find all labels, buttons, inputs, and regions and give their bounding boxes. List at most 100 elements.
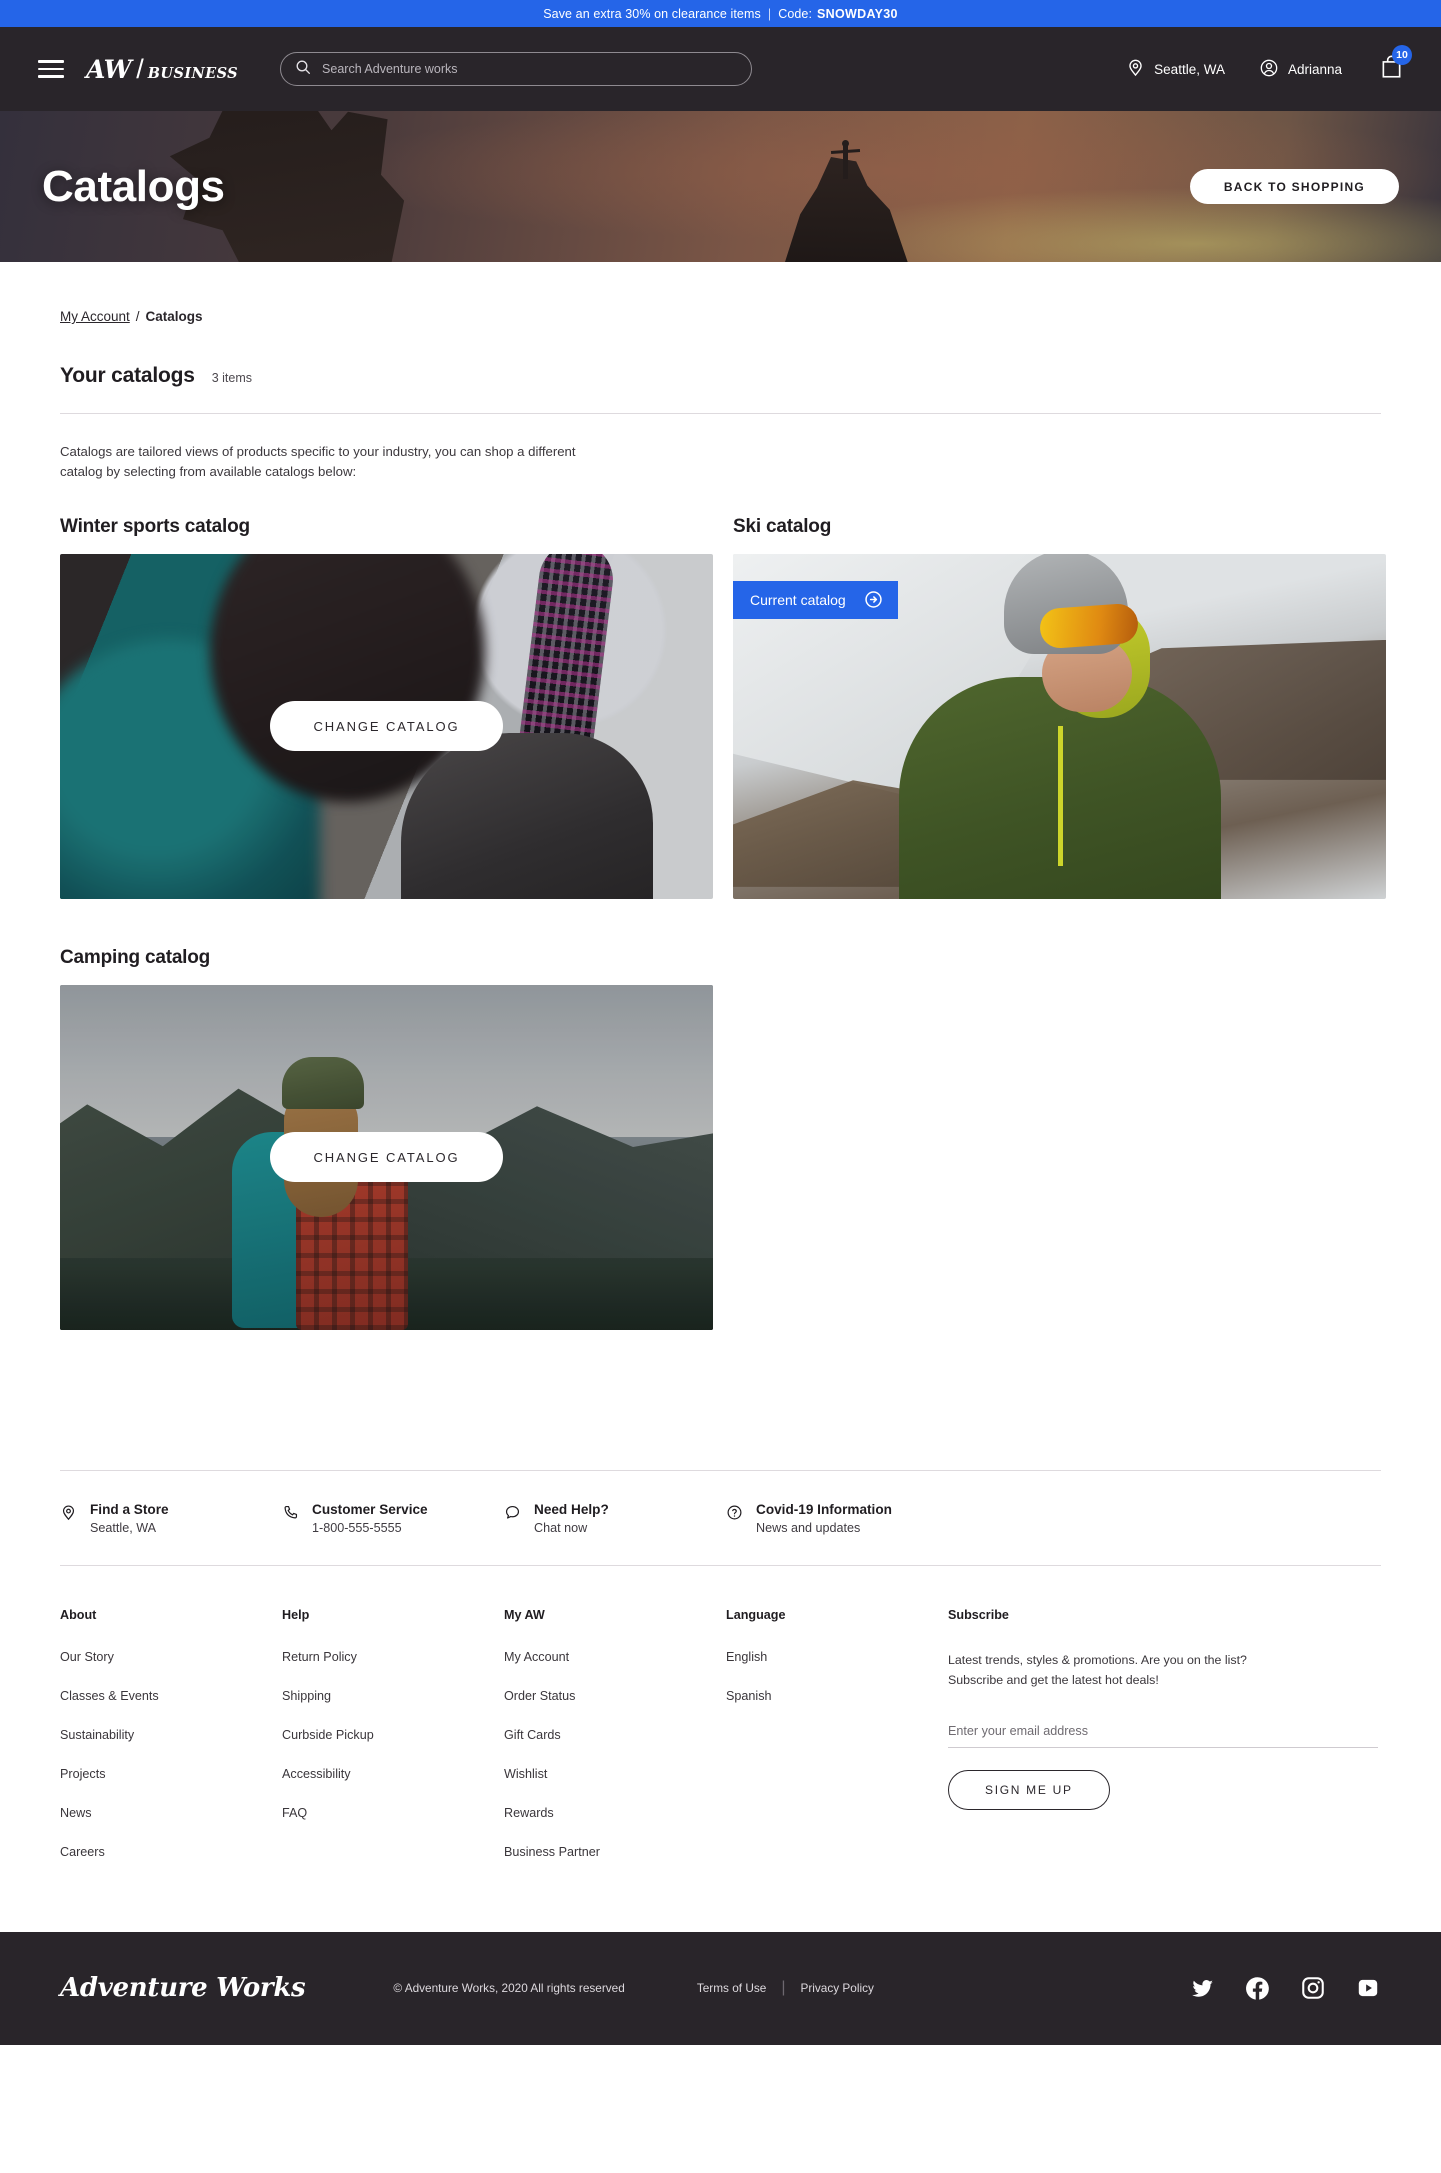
- catalog-image-ski[interactable]: Current catalog: [733, 553, 1386, 899]
- search-bar[interactable]: [280, 52, 753, 86]
- breadcrumb-my-account[interactable]: My Account: [60, 309, 130, 324]
- legal-links: Terms of Use | Privacy Policy: [697, 1979, 874, 1997]
- back-to-shopping-button[interactable]: BACK TO SHOPPING: [1189, 169, 1399, 204]
- footer-column-heading: Language: [726, 1607, 786, 1622]
- photo-shape: [1038, 602, 1139, 650]
- catalog-image-camping[interactable]: CHANGE CATALOG: [60, 984, 713, 1330]
- photo-shape: [1057, 725, 1063, 866]
- subscribe-heading: Subscribe: [948, 1607, 1009, 1622]
- footer-link-business-partner[interactable]: Business Partner: [504, 1845, 726, 1859]
- item-count: 3 items: [211, 371, 253, 385]
- footer-link-gift-cards[interactable]: Gift Cards: [504, 1728, 726, 1742]
- service-row: Find a Store Seattle, WA Customer Servic…: [60, 1471, 1381, 1565]
- change-catalog-button-winter-sports[interactable]: CHANGE CATALOG: [270, 701, 503, 752]
- account-menu[interactable]: Adrianna: [1259, 58, 1342, 81]
- footer-bottom-bar: Adventure Works © Adventure Works, 2020 …: [0, 1931, 1441, 2045]
- footer-column-help: Help Return Policy Shipping Curbside Pic…: [282, 1608, 504, 1884]
- footer-services-section: Find a Store Seattle, WA Customer Servic…: [60, 1469, 1381, 1566]
- sign-me-up-button[interactable]: SIGN ME UP: [948, 1770, 1110, 1811]
- footer-logo[interactable]: Adventure Works: [60, 1973, 306, 2003]
- promo-code-label: Code:: [778, 6, 813, 21]
- twitter-icon[interactable]: [1190, 1976, 1215, 2001]
- footer-link-my-account[interactable]: My Account: [504, 1650, 726, 1664]
- service-covid-information[interactable]: Covid-19 Information News and updates: [726, 1502, 892, 1535]
- facebook-icon[interactable]: [1244, 1975, 1271, 2002]
- search-input[interactable]: [322, 62, 738, 76]
- terms-of-use-link[interactable]: Terms of Use: [697, 1981, 767, 1995]
- logo[interactable]: AW / BUSINESS: [86, 54, 238, 85]
- breadcrumb-separator: /: [135, 309, 140, 324]
- arrow-right-circle-icon: [864, 590, 883, 609]
- current-catalog-badge[interactable]: Current catalog: [733, 580, 898, 619]
- hero-banner: Catalogs BACK TO SHOPPING: [0, 111, 1441, 262]
- footer-link-sustainability[interactable]: Sustainability: [60, 1728, 282, 1742]
- service-subtitle: Seattle, WA: [90, 1520, 157, 1535]
- cart-button[interactable]: 10: [1380, 45, 1412, 84]
- footer-link-our-story[interactable]: Our Story: [60, 1650, 282, 1664]
- service-find-a-store[interactable]: Find a Store Seattle, WA: [60, 1502, 282, 1535]
- catalog-image-winter-sports[interactable]: CHANGE CATALOG: [60, 553, 713, 899]
- service-need-help[interactable]: Need Help? Chat now: [504, 1502, 726, 1535]
- search-icon: [295, 59, 311, 80]
- user-circle-icon: [1259, 58, 1279, 81]
- footer-column-my-aw: My AW My Account Order Status Gift Cards…: [504, 1608, 726, 1884]
- change-catalog-button-camping[interactable]: CHANGE CATALOG: [270, 1132, 503, 1183]
- breadcrumb-current: Catalogs: [145, 309, 203, 324]
- map-pin-icon: [60, 1504, 77, 1526]
- footer-link-return-policy[interactable]: Return Policy: [282, 1650, 504, 1664]
- current-catalog-label: Current catalog: [750, 591, 846, 608]
- footer-link-shipping[interactable]: Shipping: [282, 1689, 504, 1703]
- footer-link-faq[interactable]: FAQ: [282, 1806, 504, 1820]
- instagram-icon[interactable]: [1300, 1975, 1326, 2001]
- service-customer-service[interactable]: Customer Service 1-800-555-5555: [282, 1502, 504, 1535]
- email-field[interactable]: [948, 1724, 1378, 1749]
- hero-climber-silhouette: [842, 140, 849, 179]
- site-header: AW / BUSINESS Seattle, WA: [0, 27, 1441, 111]
- service-subtitle: News and updates: [756, 1520, 861, 1535]
- social-links: [1190, 1975, 1381, 2002]
- section-header: Your catalogs 3 items: [60, 324, 1381, 388]
- catalog-title: Ski catalog: [733, 515, 832, 537]
- footer-link-order-status[interactable]: Order Status: [504, 1689, 726, 1703]
- service-title: Find a Store: [90, 1501, 169, 1517]
- logo-slash: /: [136, 53, 144, 84]
- service-subtitle: Chat now: [534, 1520, 588, 1535]
- footer-link-rewards[interactable]: Rewards: [504, 1806, 726, 1820]
- legal-divider: |: [781, 1979, 786, 1997]
- footer-link-curbside-pickup[interactable]: Curbside Pickup: [282, 1728, 504, 1742]
- question-mark-circle-icon: [726, 1504, 743, 1526]
- catalog-grid-row-2: Camping catalog CHANGE CATALOG: [60, 947, 1381, 1330]
- service-title: Customer Service: [312, 1501, 428, 1517]
- footer-link-wishlist[interactable]: Wishlist: [504, 1767, 726, 1781]
- footer-link-careers[interactable]: Careers: [60, 1845, 282, 1859]
- footer-column-heading: Help: [282, 1607, 310, 1622]
- service-title: Covid-19 Information: [756, 1501, 892, 1517]
- promo-banner: Save an extra 30% on clearance items | C…: [0, 0, 1441, 27]
- footer-column-language: Language English Spanish: [726, 1608, 948, 1884]
- youtube-icon[interactable]: [1355, 1975, 1381, 2001]
- footer-column-heading: About: [60, 1607, 97, 1622]
- breadcrumb: My Account / Catalogs: [60, 262, 1381, 324]
- catalog-title: Winter sports catalog: [60, 515, 250, 537]
- logo-sub: BUSINESS: [147, 64, 239, 82]
- page-title: Catalogs: [42, 161, 225, 211]
- hamburger-icon[interactable]: [38, 60, 64, 78]
- footer-link-english[interactable]: English: [726, 1650, 948, 1664]
- section-divider: [60, 413, 1381, 414]
- location-selector[interactable]: Seattle, WA: [1126, 58, 1225, 80]
- footer-link-accessibility[interactable]: Accessibility: [282, 1767, 504, 1781]
- footer-column-about: About Our Story Classes & Events Sustain…: [60, 1608, 282, 1884]
- section-title: Your catalogs: [60, 364, 195, 387]
- footer-link-projects[interactable]: Projects: [60, 1767, 282, 1781]
- footer-column-subscribe: Subscribe Latest trends, styles & promot…: [948, 1608, 1381, 1884]
- catalog-card-ski: Ski catalog Current catalog: [733, 516, 1386, 899]
- footer-link-news[interactable]: News: [60, 1806, 282, 1820]
- footer-link-spanish[interactable]: Spanish: [726, 1689, 948, 1703]
- footer-link-classes-events[interactable]: Classes & Events: [60, 1689, 282, 1703]
- promo-text: Save an extra 30% on clearance items: [543, 6, 761, 21]
- privacy-policy-link[interactable]: Privacy Policy: [800, 1981, 873, 1995]
- header-actions: Seattle, WA Adrianna 10: [1126, 45, 1412, 84]
- promo-separator: |: [767, 6, 772, 21]
- catalog-grid: Winter sports catalog CHANGE CATALOG Ski…: [60, 515, 1386, 899]
- section-description: Catalogs are tailored views of products …: [60, 444, 576, 480]
